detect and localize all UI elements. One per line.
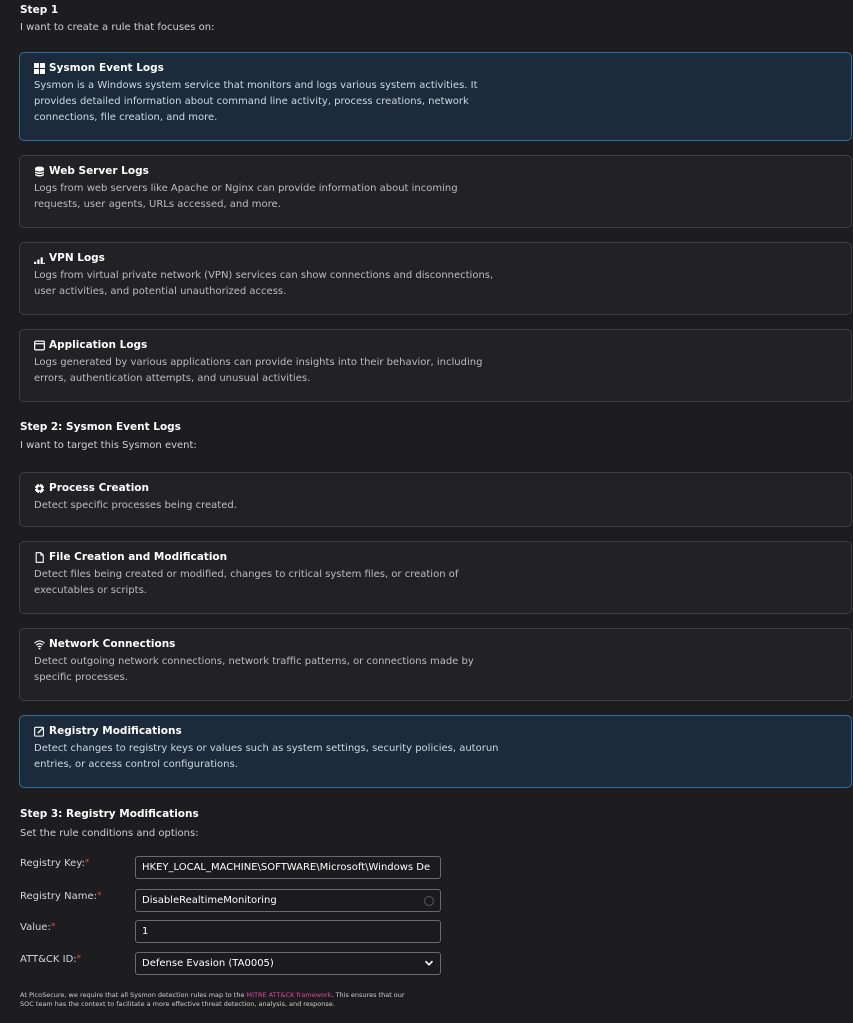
chevron-down-icon (424, 958, 434, 968)
option-process-creation[interactable]: Process Creation Detect specific process… (19, 472, 852, 527)
database-icon (34, 165, 45, 177)
option-title: Application Logs (49, 339, 148, 351)
value-row: Value:* 1 (20, 920, 450, 943)
option-description: Detect specific processes being created. (34, 500, 237, 511)
option-title: Process Creation (49, 482, 149, 494)
registry-name-row: Registry Name:* DisableRealtimeMonitorin… (20, 889, 450, 912)
step1-heading: Step 1 (20, 4, 59, 16)
option-title: Registry Modifications (49, 725, 182, 737)
registry-key-row: Registry Key:* HKEY_LOCAL_MACHINE\SOFTWA… (20, 856, 450, 879)
option-sysmon-event-logs[interactable]: Sysmon Event Logs Sysmon is a Windows sy… (19, 52, 852, 141)
option-title: Network Connections (49, 638, 176, 650)
option-description: Detect changes to registry keys or value… (34, 743, 499, 770)
signal-icon (34, 253, 45, 264)
option-title: File Creation and Modification (49, 551, 228, 563)
registry-key-input[interactable]: HKEY_LOCAL_MACHINE\SOFTWARE\Microsoft\Wi… (135, 856, 441, 879)
step3-subheading: Set the rule conditions and options: (20, 828, 199, 839)
step3-heading: Step 3: Registry Modifications (20, 808, 199, 820)
option-title: VPN Logs (49, 252, 105, 264)
loading-icon (424, 896, 434, 906)
gear-icon (34, 483, 45, 494)
option-description: Sysmon is a Windows system service that … (34, 80, 478, 123)
windows-icon (34, 62, 45, 74)
value-label: Value:* (20, 922, 56, 933)
attack-id-label: ATT&CK ID:* (20, 954, 82, 965)
option-web-server-logs[interactable]: Web Server Logs Logs from web servers li… (19, 155, 852, 228)
step1-subheading: I want to create a rule that focuses on: (20, 22, 215, 33)
registry-name-input[interactable]: DisableRealtimeMonitoring (135, 889, 441, 912)
value-input[interactable]: 1 (135, 920, 441, 943)
option-description: Detect files being created or modified, … (34, 569, 459, 596)
window-icon (34, 339, 45, 351)
registry-name-label: Registry Name:* (20, 891, 102, 902)
option-vpn-logs[interactable]: VPN Logs Logs from virtual private netwo… (19, 242, 852, 315)
option-description: Detect outgoing network connections, net… (34, 656, 474, 683)
option-description: Logs from virtual private network (VPN) … (34, 270, 494, 297)
option-description: Logs from web servers like Apache or Ngi… (34, 183, 458, 210)
option-description: Logs generated by various applications c… (34, 357, 483, 384)
option-registry-modifications[interactable]: Registry Modifications Detect changes to… (19, 715, 852, 788)
attack-id-row: ATT&CK ID:* Defense Evasion (TA0005) (20, 952, 450, 975)
footer-note: At PicoSecure, we require that all Sysmo… (20, 991, 405, 1008)
step2-subheading: I want to target this Sysmon event: (20, 440, 197, 451)
wifi-icon (34, 639, 45, 650)
option-network-connections[interactable]: Network Connections Detect outgoing netw… (19, 628, 852, 701)
option-title: Web Server Logs (49, 165, 149, 177)
step2-heading: Step 2: Sysmon Event Logs (20, 421, 181, 433)
option-application-logs[interactable]: Application Logs Logs generated by vario… (19, 329, 852, 402)
edit-icon (34, 726, 45, 737)
option-file-creation-modification[interactable]: File Creation and Modification Detect fi… (19, 541, 852, 614)
attack-id-select[interactable]: Defense Evasion (TA0005) (135, 952, 441, 975)
file-icon (34, 551, 45, 563)
registry-key-label: Registry Key:* (20, 858, 90, 869)
option-title: Sysmon Event Logs (49, 62, 164, 74)
mitre-attack-link[interactable]: MITRE ATT&CK framework (247, 991, 332, 999)
